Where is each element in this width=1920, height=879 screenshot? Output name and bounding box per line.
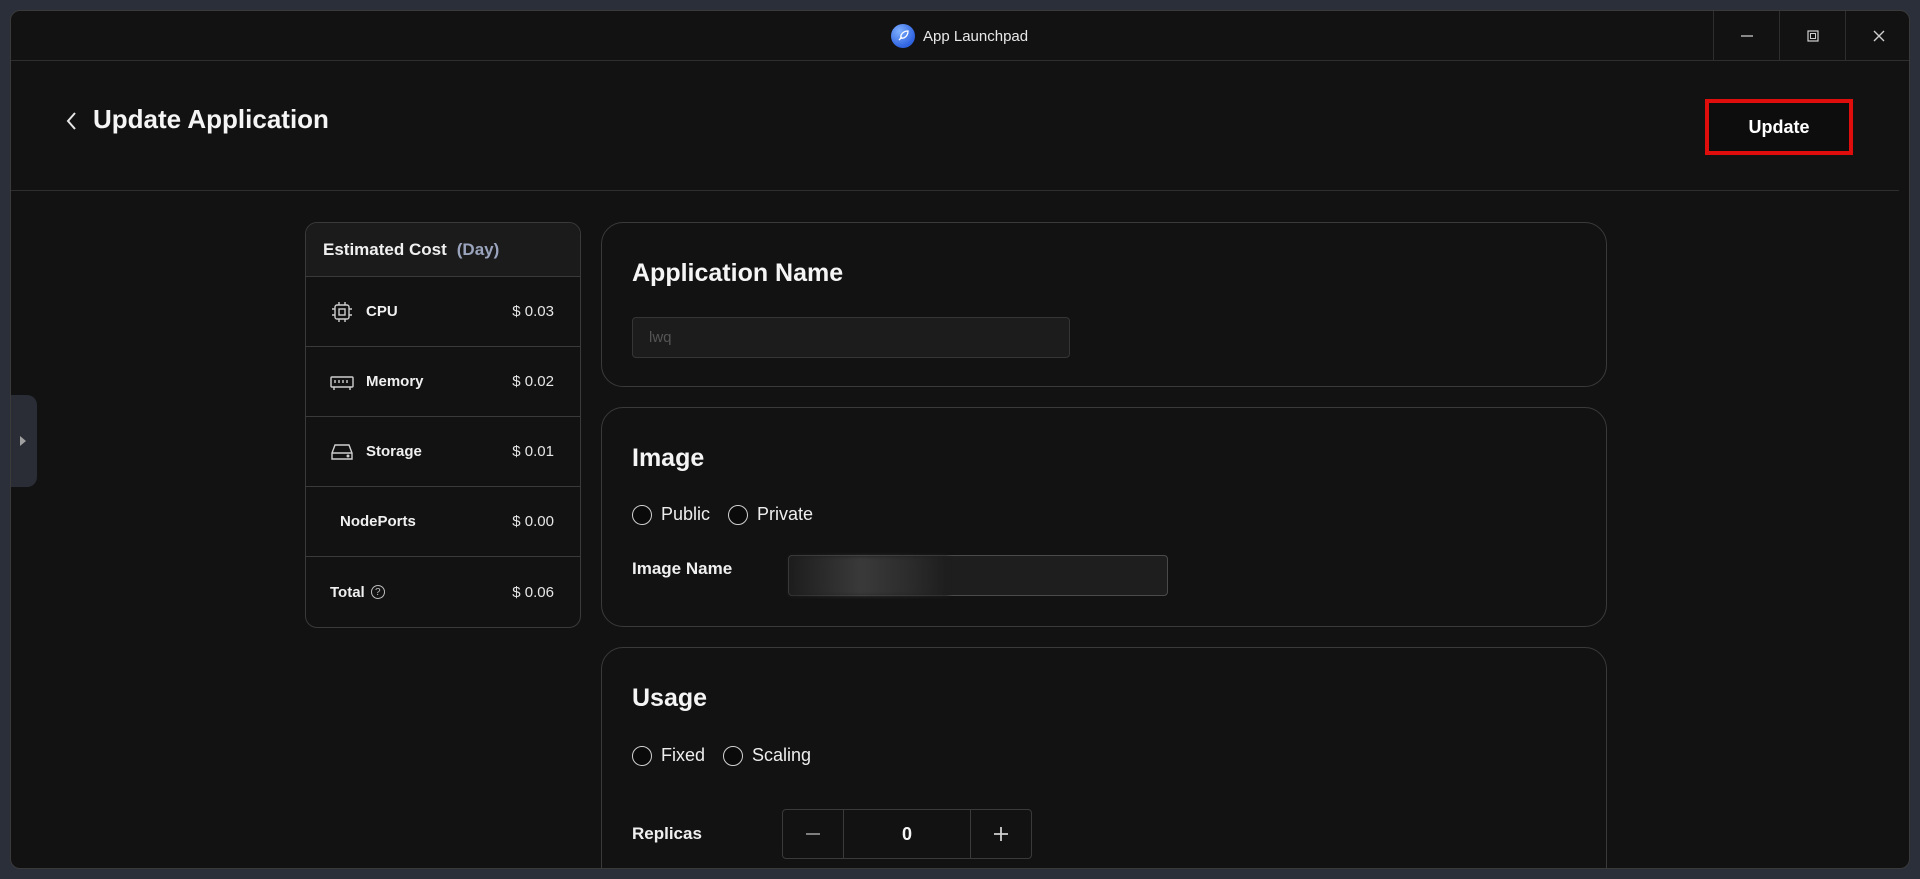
caret-right-icon — [20, 436, 26, 446]
section-title: Application Name — [632, 259, 844, 287]
radio-circle — [728, 504, 749, 525]
cost-value: $ 0.06 — [512, 583, 554, 601]
usage-card: Usage Fixed Scaling Replicas 0 — [601, 647, 1607, 868]
storage-icon — [330, 440, 354, 464]
close-button[interactable] — [1845, 11, 1909, 61]
sidebar-toggle[interactable] — [11, 395, 37, 487]
cost-label: CPU — [366, 303, 398, 320]
radio-public[interactable]: Public — [632, 504, 710, 525]
minimize-icon — [1740, 35, 1753, 37]
minus-icon — [806, 833, 820, 835]
restore-button[interactable] — [1779, 11, 1845, 61]
image-name-input[interactable] — [788, 555, 1168, 596]
minimize-button[interactable] — [1713, 11, 1779, 61]
title-bar: App Launchpad — [11, 11, 1909, 61]
cpu-icon — [330, 300, 354, 324]
replicas-value[interactable]: 0 — [843, 810, 971, 858]
cost-value: $ 0.03 — [512, 303, 554, 320]
restore-icon — [1806, 30, 1819, 42]
back-button[interactable] — [61, 109, 83, 133]
app-title-label: App Launchpad — [923, 27, 1029, 45]
cost-title: Estimated Cost — [323, 239, 447, 259]
radio-circle — [723, 745, 744, 766]
redacted-value — [789, 556, 949, 596]
image-name-label: Image Name — [632, 559, 733, 578]
image-type-radio-group: Public Private — [632, 504, 813, 525]
radio-private[interactable]: Private — [728, 504, 813, 525]
application-name-card: Application Name lwq — [601, 222, 1607, 387]
radio-label: Private — [757, 504, 814, 524]
app-title: App Launchpad — [891, 23, 1028, 49]
window-controls — [1713, 11, 1909, 61]
cost-row-memory: Memory $ 0.02 — [306, 347, 580, 417]
update-button[interactable]: Update — [1705, 99, 1853, 155]
cost-label: Total — [330, 583, 365, 601]
plus-icon — [994, 827, 1008, 841]
decrement-button[interactable] — [783, 810, 843, 858]
chevron-left-icon — [66, 112, 76, 130]
rocket-logo-icon — [891, 24, 915, 48]
replicas-label: Replicas — [632, 824, 702, 843]
radio-label: Scaling — [752, 745, 812, 765]
increment-button[interactable] — [971, 810, 1031, 858]
cost-row-storage: Storage $ 0.01 — [306, 417, 580, 487]
estimated-cost-panel: Estimated Cost (Day) CPU $ 0.03 Memory $… — [305, 222, 581, 628]
cost-row-nodeports: NodePorts $ 0.00 — [306, 487, 580, 557]
cost-row-cpu: CPU $ 0.03 — [306, 277, 580, 347]
radio-scaling[interactable]: Scaling — [723, 745, 811, 766]
cost-label: Storage — [366, 443, 422, 460]
app-window: App Launchpad Update Application Update … — [10, 10, 1910, 869]
radio-fixed[interactable]: Fixed — [632, 745, 705, 766]
replicas-stepper: 0 — [782, 809, 1032, 859]
cost-label: Memory — [366, 373, 424, 390]
page-title: Update Application — [93, 104, 329, 134]
cost-unit: (Day) — [456, 239, 500, 259]
help-icon[interactable]: ? — [370, 585, 385, 599]
radio-circle — [632, 745, 652, 766]
cost-header: Estimated Cost (Day) — [306, 223, 580, 277]
cost-value: $ 0.02 — [512, 373, 554, 390]
radio-label: Fixed — [661, 745, 706, 765]
section-title: Image — [632, 444, 705, 472]
cost-label: NodePorts — [340, 513, 416, 530]
radio-label: Public — [661, 504, 711, 524]
close-icon — [1873, 30, 1884, 42]
application-name-input[interactable]: lwq — [632, 317, 1070, 358]
image-card: Image Public Private Image Name — [601, 407, 1607, 627]
radio-circle — [632, 504, 652, 525]
cost-value: $ 0.01 — [512, 443, 554, 460]
section-title: Usage — [632, 684, 708, 712]
usage-type-radio-group: Fixed Scaling — [632, 745, 811, 766]
cost-value: $ 0.00 — [512, 513, 554, 530]
memory-icon — [330, 370, 354, 394]
cost-row-total: Total ? $ 0.06 — [306, 557, 580, 627]
page-header: Update Application Update — [11, 61, 1899, 191]
